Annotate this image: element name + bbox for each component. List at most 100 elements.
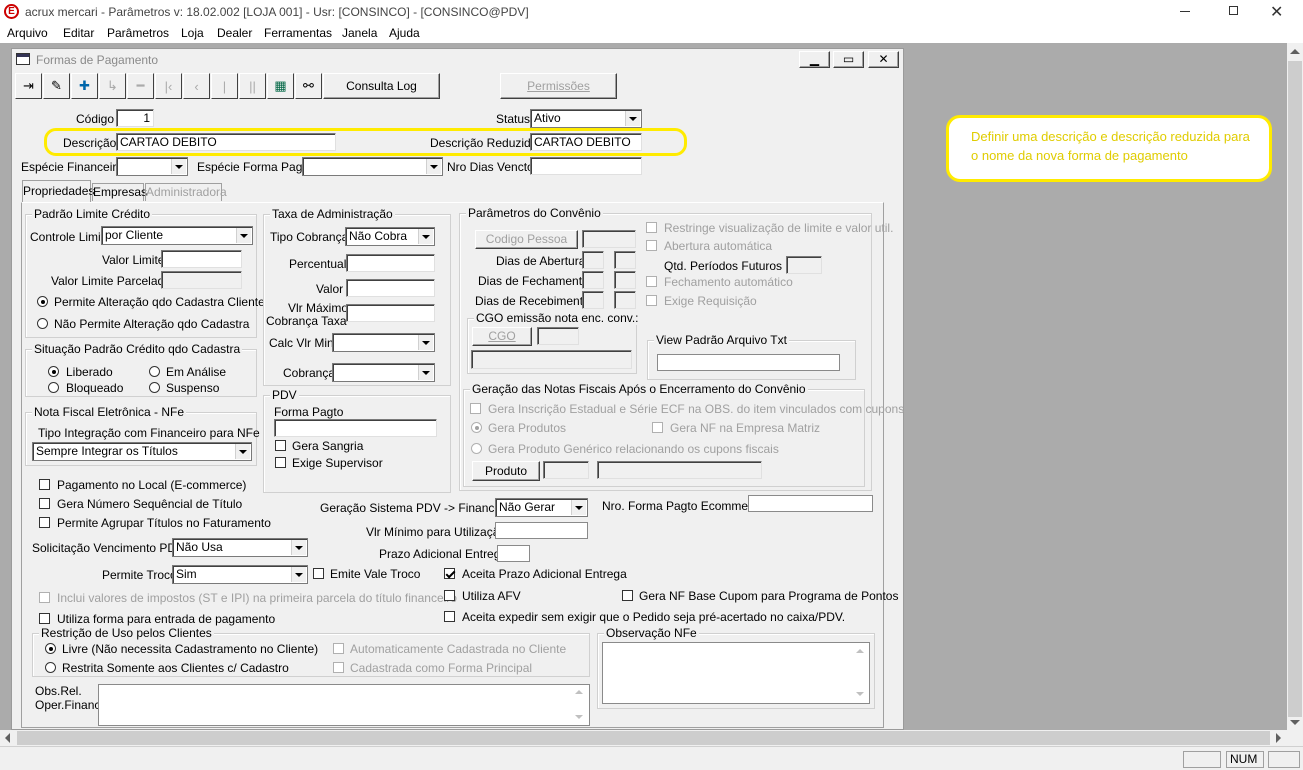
geracao-pdv-select[interactable]: Não Gerar — [495, 498, 588, 517]
cgo-button[interactable]: CGO — [472, 327, 532, 346]
child-maximize-button[interactable]: ▭ — [833, 51, 864, 68]
first-record-icon[interactable]: |‹ — [155, 73, 182, 99]
last-record-icon[interactable]: || — [239, 73, 266, 99]
chevron-down-icon[interactable] — [418, 229, 433, 244]
obs-rel-scroll-up-icon[interactable] — [575, 690, 583, 694]
forma-pagto-field[interactable] — [274, 419, 437, 437]
vlr-maximo-field[interactable] — [346, 304, 435, 322]
chevron-down-icon[interactable] — [291, 540, 306, 555]
chevron-down-icon[interactable] — [426, 159, 441, 174]
percentual-field[interactable] — [346, 254, 435, 272]
aceita-expedir-checkbox[interactable] — [444, 611, 455, 622]
cgo-code-field[interactable] — [537, 327, 579, 345]
dias-abertura-field2[interactable] — [614, 251, 636, 269]
bloqueado-radio[interactable] — [48, 382, 59, 393]
tipo-integracao-select[interactable]: Sempre Integrar os Títulos — [32, 442, 252, 461]
gera-nf-matriz-checkbox[interactable] — [652, 422, 663, 433]
status-select[interactable]: Ativo — [530, 109, 642, 128]
dias-fechamento-field2[interactable] — [614, 271, 636, 289]
calc-vlr-min-select[interactable] — [332, 333, 435, 352]
restore-icon[interactable] — [1229, 6, 1238, 15]
prazo-adicional-field[interactable] — [497, 545, 530, 562]
abertura-auto-checkbox[interactable] — [646, 240, 657, 251]
cgo-desc-field[interactable] — [471, 350, 632, 369]
scroll-left-icon[interactable] — [5, 733, 10, 743]
chevron-down-icon[interactable] — [571, 500, 586, 515]
solicitacao-select[interactable]: Não Usa — [172, 538, 308, 557]
search-binoculars-icon[interactable]: ⚯ — [295, 73, 322, 99]
valor-limite-field[interactable] — [161, 250, 242, 268]
nro-dias-field[interactable] — [530, 157, 642, 175]
nao-permite-radio[interactable] — [37, 318, 48, 329]
close-icon[interactable]: ✕ — [1270, 2, 1283, 22]
child-close-button[interactable]: ✕ — [868, 51, 899, 68]
restrita-radio[interactable] — [45, 662, 56, 673]
vertical-scrollbar[interactable] — [1287, 43, 1303, 730]
pagamento-local-checkbox[interactable] — [39, 479, 50, 490]
menu-editar[interactable]: Editar — [63, 26, 94, 40]
gera-sangria-checkbox[interactable] — [275, 440, 286, 451]
grid-view-icon[interactable]: ▦ — [267, 73, 294, 99]
menu-dealer[interactable]: Dealer — [217, 26, 252, 40]
exige-supervisor-checkbox[interactable] — [275, 457, 286, 468]
exige-requisicao-checkbox[interactable] — [646, 295, 657, 306]
scroll-thumb[interactable] — [1288, 61, 1302, 717]
horizontal-scrollbar[interactable] — [0, 730, 1303, 746]
gera-nf-base-checkbox[interactable] — [622, 590, 633, 601]
obs-nfe-scroll-down-icon[interactable] — [856, 692, 864, 696]
controle-limite-select[interactable]: por Cliente — [101, 226, 253, 245]
scroll-up-icon[interactable] — [1290, 49, 1300, 54]
aceita-prazo-checkbox[interactable] — [444, 568, 455, 579]
minimize-icon[interactable] — [1180, 11, 1190, 12]
obs-nfe-scroll-up-icon[interactable] — [856, 649, 864, 653]
permite-alteracao-radio[interactable] — [37, 296, 48, 307]
especie-forma-select[interactable] — [302, 157, 443, 176]
utiliza-entrada-checkbox[interactable] — [39, 613, 50, 624]
edit-pencil-icon[interactable]: ✎ — [43, 73, 70, 99]
nro-ecommerce-field[interactable] — [748, 495, 873, 512]
chevron-down-icon[interactable] — [236, 228, 251, 243]
utiliza-afv-checkbox[interactable] — [444, 590, 455, 601]
codigo-pessoa-field[interactable] — [582, 230, 636, 248]
suspenso-radio[interactable] — [149, 382, 160, 393]
tab-empresas[interactable]: Empresas — [92, 183, 147, 201]
tab-administradora[interactable]: Administradora — [145, 183, 227, 201]
forma-principal-checkbox[interactable] — [333, 662, 344, 673]
menu-ferramentas[interactable]: Ferramentas — [264, 26, 332, 40]
dias-recebimento-field1[interactable] — [582, 291, 604, 309]
produto-desc-field[interactable] — [597, 461, 762, 479]
codigo-field[interactable]: 1 — [116, 109, 154, 127]
valor-parcelado-field[interactable] — [161, 271, 242, 289]
gera-generico-radio[interactable] — [471, 443, 482, 454]
dias-fechamento-field1[interactable] — [582, 271, 604, 289]
emite-vale-troco-checkbox[interactable] — [313, 568, 324, 579]
obs-rel-textarea[interactable] — [98, 684, 590, 726]
new-record-icon[interactable]: ✚ — [71, 73, 98, 99]
tab-propriedades[interactable]: Propriedades — [22, 180, 94, 203]
produto-button[interactable]: Produto — [472, 461, 540, 481]
chevron-down-icon[interactable] — [171, 159, 186, 174]
especie-financeira-select[interactable] — [116, 157, 188, 176]
menu-loja[interactable]: Loja — [181, 26, 204, 40]
chevron-down-icon[interactable] — [625, 111, 640, 126]
obs-nfe-textarea[interactable] — [602, 642, 870, 704]
next-record-icon[interactable]: | — [211, 73, 238, 99]
chevron-down-icon[interactable] — [291, 567, 306, 582]
scroll-thumb-h[interactable] — [17, 731, 1270, 745]
valor-field[interactable] — [346, 279, 435, 297]
permite-troco-select[interactable]: Sim — [172, 565, 308, 584]
qtd-periodos-field[interactable] — [786, 256, 822, 274]
insert-icon[interactable]: ↳ — [99, 73, 126, 99]
permissoes-button[interactable]: Permissões — [500, 73, 617, 99]
auto-cadastrada-checkbox[interactable] — [333, 643, 344, 654]
gera-sequencial-checkbox[interactable] — [39, 498, 50, 509]
gera-produtos-radio[interactable] — [471, 422, 482, 433]
chevron-down-icon[interactable] — [418, 335, 433, 350]
cobranca-select[interactable] — [332, 363, 435, 382]
permite-agrupar-checkbox[interactable] — [39, 517, 50, 528]
menu-parametros[interactable]: Parâmetros — [107, 26, 169, 40]
em-analise-radio[interactable] — [149, 366, 160, 377]
menu-janela[interactable]: Janela — [342, 26, 377, 40]
inclui-impostos-checkbox[interactable] — [39, 592, 50, 603]
dias-abertura-field1[interactable] — [582, 251, 604, 269]
